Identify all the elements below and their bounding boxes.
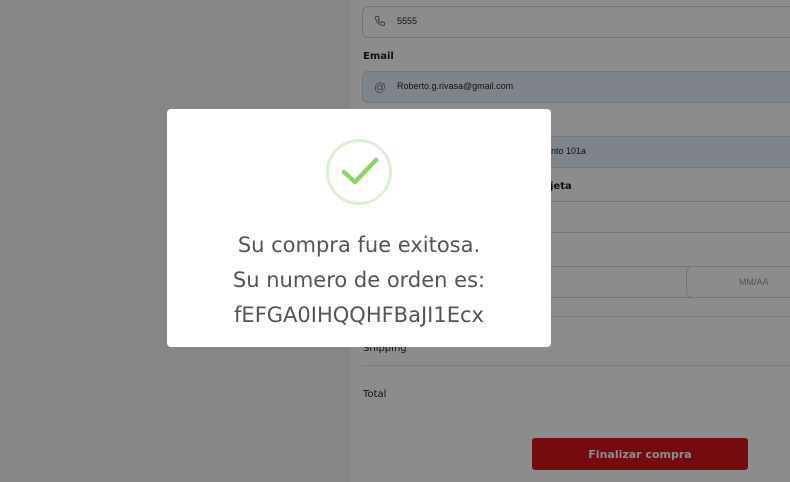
check-icon	[341, 157, 379, 185]
order-number-label: Su numero de orden es:	[232, 268, 486, 292]
success-modal: Su compra fue exitosa. Su numero de orde…	[167, 109, 551, 347]
order-number: fEFGA0IHQQHFBaJI1Ecx	[234, 303, 484, 327]
success-badge	[326, 139, 392, 205]
success-message: Su compra fue exitosa.	[237, 233, 481, 257]
